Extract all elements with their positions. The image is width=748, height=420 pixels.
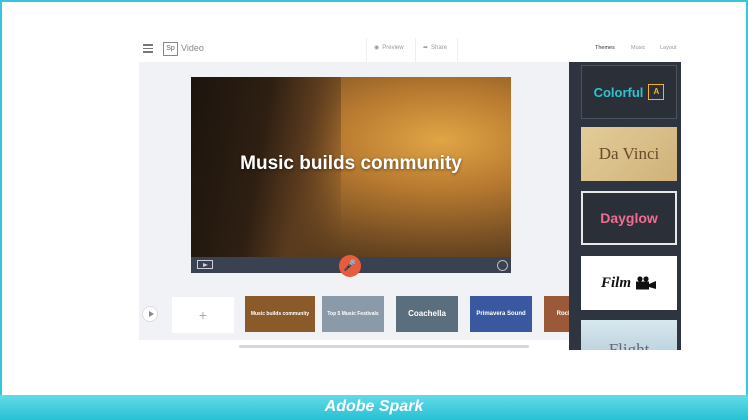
preview-label: Preview (382, 44, 404, 51)
theme-dayglow[interactable]: Dayglow (581, 191, 677, 245)
eye-icon: ◉ (374, 45, 380, 51)
divider (457, 38, 458, 62)
thumbnail-label: Coachella (408, 309, 446, 318)
thumbnail-label: Top 5 Music Festivals (327, 311, 379, 317)
hamburger-menu-icon[interactable] (143, 44, 153, 53)
thumbnail-label: Music builds community (250, 311, 310, 317)
app-title: Video (181, 43, 204, 53)
slide-thumbnail[interactable]: Coachella (396, 296, 458, 332)
thumbnail-label: Primavera Sound (476, 311, 526, 317)
theme-label: Colorful (593, 84, 644, 100)
themes-panel: Colorful A Da Vinci Dayglow Film Flight (569, 62, 681, 350)
filmstrip-scrollbar[interactable] (239, 345, 529, 348)
more-options-icon[interactable] (497, 260, 508, 271)
theme-label: Film (600, 274, 631, 291)
theme-da-vinci[interactable]: Da Vinci (581, 127, 677, 181)
tab-layout[interactable]: Layout (660, 45, 677, 51)
share-label: Share (431, 44, 448, 51)
adobe-spark-app: Sp Video ◉ Preview ➦ Share Themes Music … (139, 38, 681, 350)
filmstrip: + Music builds community Top 5 Music Fes… (139, 292, 584, 340)
play-icon[interactable] (142, 306, 158, 322)
slide-thumbnail[interactable]: Music builds community (245, 296, 315, 332)
divider (366, 38, 367, 62)
theme-label: Da Vinci (598, 144, 660, 163)
tab-themes[interactable]: Themes (595, 45, 615, 51)
share-button[interactable]: ➦ Share (423, 44, 448, 52)
theme-label: Flight (608, 340, 650, 350)
slide-title[interactable]: Music builds community (191, 153, 511, 175)
microphone-record-button[interactable]: 🎤 (339, 255, 361, 277)
spark-logo: Sp (163, 42, 178, 56)
theme-label: Dayglow (600, 210, 658, 226)
slide-thumbnail[interactable]: Primavera Sound (470, 296, 532, 332)
theme-colorful[interactable]: Colorful A (581, 65, 677, 119)
preview-button[interactable]: ◉ Preview (374, 44, 404, 52)
theme-flight[interactable]: Flight (581, 320, 677, 350)
film-camera-icon (636, 276, 656, 290)
add-slide-button[interactable]: + (172, 297, 234, 333)
caption-text: Adobe Spark (324, 398, 424, 415)
layout-icon[interactable] (197, 260, 213, 269)
theme-badge-icon: A (648, 84, 665, 100)
tab-music[interactable]: Music (631, 45, 645, 51)
slide-preview[interactable]: Music builds community (191, 77, 511, 257)
theme-film[interactable]: Film (581, 256, 677, 310)
top-bar: Sp Video ◉ Preview ➦ Share Themes Music … (139, 38, 681, 62)
divider (415, 38, 416, 62)
slide-thumbnail[interactable]: Top 5 Music Festivals (322, 296, 384, 332)
share-icon: ➦ (423, 45, 429, 51)
